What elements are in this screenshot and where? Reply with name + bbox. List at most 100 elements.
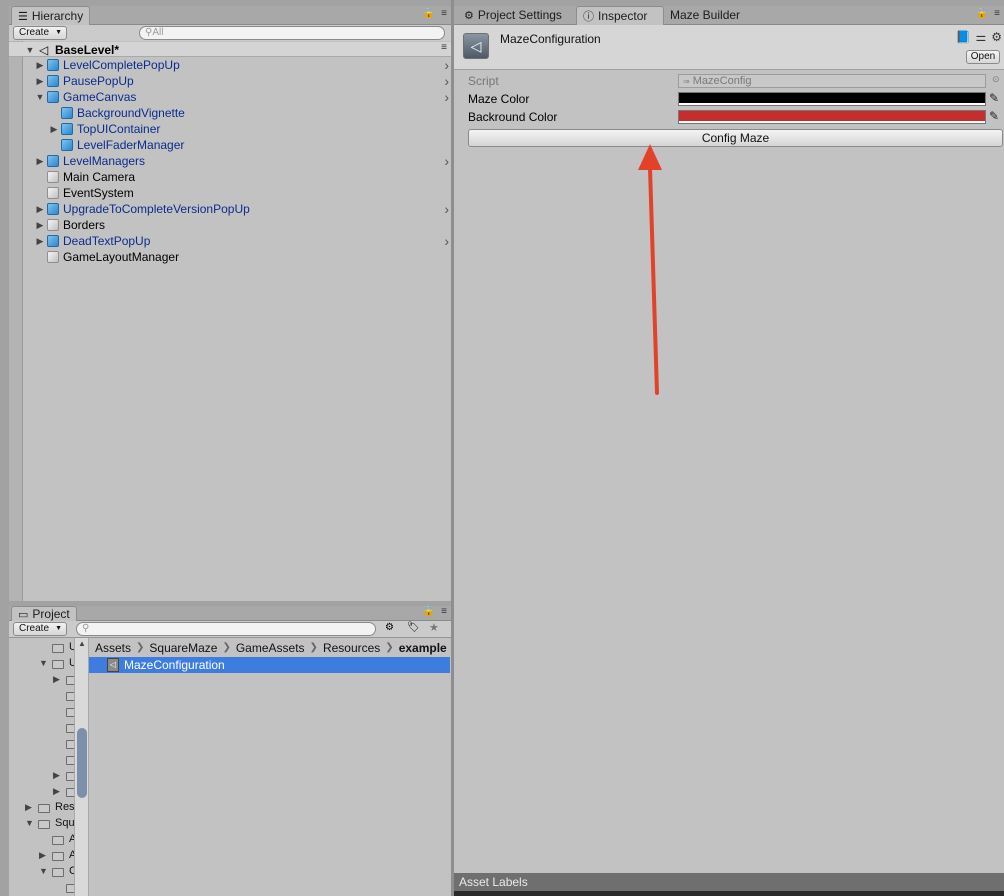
config-maze-button[interactable]: Config Maze — [468, 129, 1003, 147]
folder-tree-item[interactable]: A — [9, 832, 74, 848]
expand-triangle-icon[interactable]: ▶ — [35, 233, 45, 249]
scene-row[interactable]: ▼ ◁ BaseLevel* ≡ — [9, 42, 451, 57]
breadcrumb-item[interactable]: Resources — [323, 640, 380, 656]
expand-triangle-icon[interactable]: ▶ — [35, 201, 45, 217]
project-tree-scrollbar[interactable]: ▲ — [75, 638, 89, 896]
favorites-star-icon[interactable]: ★ — [429, 621, 439, 634]
panel-menu-icon[interactable]: ≡ — [994, 8, 1000, 19]
settings-gear-icon[interactable]: ⚙ — [991, 30, 1002, 44]
hierarchy-row[interactable]: GameLayoutManager — [9, 249, 451, 265]
folder-tree-item[interactable]: ▼ Squ — [9, 816, 74, 832]
filter-by-type-icon[interactable]: ⚙ — [385, 622, 394, 633]
tab-project-settings[interactable]: ⚙ Project Settings — [458, 6, 568, 25]
tab-project[interactable]: ▭ Project — [11, 606, 77, 621]
breadcrumb-item[interactable]: Assets — [95, 640, 131, 656]
lock-icon[interactable]: 🔒 — [976, 8, 988, 19]
open-prefab-chevron-icon[interactable]: › — [444, 153, 449, 169]
hierarchy-row[interactable]: EventSystem — [9, 185, 451, 201]
hierarchy-row[interactable]: ▶ LevelCompletePopUp › — [9, 57, 451, 73]
hierarchy-row[interactable]: ▶ PausePopUp › — [9, 73, 451, 89]
hierarchy-row[interactable]: ▶ DeadTextPopUp › — [9, 233, 451, 249]
expand-triangle-icon[interactable]: ▼ — [25, 42, 35, 58]
project-search-input[interactable]: ⚲ — [76, 622, 376, 636]
background-color-field[interactable] — [678, 110, 986, 124]
scene-menu-icon[interactable]: ≡ — [441, 42, 447, 53]
folder-tree-item[interactable]: ▶ — [9, 784, 74, 800]
hierarchy-row[interactable]: BackgroundVignette — [9, 105, 451, 121]
folder-tree-item[interactable] — [9, 752, 74, 768]
folder-tree-item[interactable]: ▶ — [9, 768, 74, 784]
folder-tree-item[interactable] — [9, 736, 74, 752]
expand-triangle-icon[interactable]: ▶ — [49, 121, 59, 137]
breadcrumb-item[interactable]: SquareMaze — [149, 640, 217, 656]
expand-triangle-icon[interactable]: ▼ — [35, 89, 45, 105]
preset-sliders-icon[interactable]: ⚌ — [975, 30, 986, 44]
expand-triangle-icon[interactable]: ▶ — [39, 850, 46, 861]
expand-triangle-icon[interactable]: ▶ — [53, 674, 60, 685]
hierarchy-row-label: LevelManagers — [63, 154, 146, 168]
scroll-thumb[interactable] — [77, 728, 87, 798]
asset-labels-bar[interactable]: Asset Labels — [454, 873, 1004, 896]
object-name: MazeConfiguration — [500, 32, 601, 46]
hierarchy-row[interactable]: ▶ LevelManagers › — [9, 153, 451, 169]
hierarchy-row[interactable]: ▶ UpgradeToCompleteVersionPopUp › — [9, 201, 451, 217]
hierarchy-row[interactable]: ▶ TopUIContainer — [9, 121, 451, 137]
folder-tree-item[interactable]: ▶ — [9, 672, 74, 688]
expand-triangle-icon[interactable]: ▶ — [25, 802, 32, 813]
hierarchy-row[interactable]: LevelFaderManager — [9, 137, 451, 153]
eyedropper-icon[interactable]: ✎ — [989, 109, 999, 123]
expand-triangle-icon[interactable]: ▼ — [39, 658, 48, 668]
open-prefab-chevron-icon[interactable]: › — [444, 89, 449, 105]
filter-by-label-icon[interactable]: 🏷 — [407, 622, 420, 633]
open-prefab-chevron-icon[interactable]: › — [444, 57, 449, 73]
tab-hierarchy[interactable]: ☰ Hierarchy — [11, 6, 91, 25]
lock-icon[interactable]: 🔒 — [423, 8, 435, 19]
hierarchy-row[interactable]: ▶ Borders — [9, 217, 451, 233]
hierarchy-row[interactable]: Main Camera — [9, 169, 451, 185]
gameobject-cube-icon — [47, 219, 59, 231]
open-prefab-chevron-icon[interactable]: › — [444, 73, 449, 89]
eyedropper-icon[interactable]: ✎ — [989, 91, 999, 105]
folder-tree-item[interactable]: ▼C — [9, 864, 74, 880]
expand-triangle-icon[interactable]: ▶ — [35, 57, 45, 73]
folder-tree-item[interactable] — [9, 880, 74, 896]
hierarchy-create-button[interactable]: Create ▼ — [13, 26, 67, 40]
unity-asset-icon: ◁ — [463, 33, 489, 59]
expand-triangle-icon[interactable]: ▶ — [53, 786, 60, 797]
folder-tree-item[interactable] — [9, 688, 74, 704]
expand-triangle-icon[interactable]: ▶ — [35, 73, 45, 89]
panel-menu-icon[interactable]: ≡ — [441, 8, 447, 19]
expand-triangle-icon[interactable]: ▶ — [35, 217, 45, 233]
expand-triangle-icon[interactable]: ▼ — [25, 818, 34, 828]
scroll-up-icon[interactable]: ▲ — [78, 639, 86, 648]
folder-tree-item[interactable] — [9, 704, 74, 720]
folder-tree-item[interactable]: ▶A — [9, 848, 74, 864]
project-create-button[interactable]: Create ▼ — [13, 622, 67, 636]
open-prefab-chevron-icon[interactable]: › — [444, 201, 449, 217]
hierarchy-row[interactable]: ▼ GameCanvas › — [9, 89, 451, 105]
header-icons: 📘 ⚌ ⚙ — [956, 30, 1002, 44]
folder-tree-item[interactable]: U — [9, 640, 74, 656]
folder-label: Res — [55, 801, 75, 813]
open-button[interactable]: Open — [966, 50, 1000, 64]
folder-tree-item[interactable]: ▼U — [9, 656, 74, 672]
tab-inspector[interactable]: ⓘ Inspector — [576, 6, 664, 25]
breadcrumb-item[interactable]: GameAssets — [236, 640, 305, 656]
arrow-shaft — [648, 166, 659, 395]
help-book-icon[interactable]: 📘 — [956, 30, 971, 44]
lock-icon[interactable]: 🔒 — [423, 606, 435, 617]
expand-triangle-icon[interactable]: ▶ — [35, 153, 45, 169]
maze-color-field[interactable] — [678, 92, 986, 106]
breadcrumb-item[interactable]: example — [399, 640, 447, 656]
hierarchy-row-label: DeadTextPopUp — [63, 234, 151, 248]
project-asset-item[interactable]: ◁ MazeConfiguration — [89, 657, 450, 673]
search-icon: ⚲ — [82, 623, 90, 634]
tab-maze-builder[interactable]: Maze Builder — [664, 6, 746, 25]
folder-tree-item[interactable]: ▶ Res — [9, 800, 75, 816]
expand-triangle-icon[interactable]: ▶ — [53, 770, 60, 781]
expand-triangle-icon[interactable]: ▼ — [39, 866, 48, 876]
hierarchy-search-input[interactable]: ⚲All — [139, 26, 445, 40]
open-prefab-chevron-icon[interactable]: › — [444, 233, 449, 249]
folder-tree-item[interactable] — [9, 720, 74, 736]
panel-menu-icon[interactable]: ≡ — [441, 606, 447, 617]
